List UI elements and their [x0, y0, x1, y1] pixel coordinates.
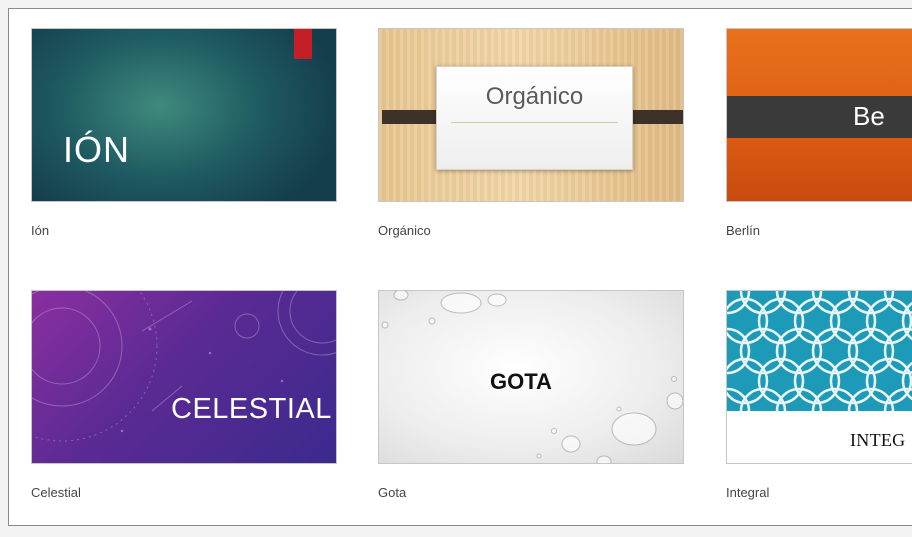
- theme-label: Gota: [378, 485, 407, 500]
- theme-thumbnail-ion[interactable]: IÓN: [31, 28, 337, 202]
- theme-thumbnail-organico[interactable]: Orgánico: [378, 28, 684, 202]
- red-flag-accent: [294, 29, 312, 59]
- theme-thumbnail-berlin[interactable]: Be: [726, 28, 912, 202]
- theme-thumbnail-gota[interactable]: GOTA: [378, 290, 684, 464]
- title-card: Orgánico: [436, 66, 633, 170]
- divider: [451, 122, 618, 123]
- theme-label: Integral: [726, 485, 770, 500]
- theme-thumbnail-celestial[interactable]: CELESTIAL: [31, 290, 337, 464]
- thumbnail-title: GOTA: [490, 369, 552, 394]
- thumbnail-title: Be: [853, 101, 885, 131]
- interlocking-circles-pattern: [727, 291, 912, 435]
- thumbnail-title: INTEG: [850, 430, 906, 450]
- theme-gallery: IÓN Ión Orgánico Orgánico Be Berlín CELE…: [8, 8, 912, 526]
- theme-label: Orgánico: [378, 223, 431, 238]
- thumbnail-title: CELESTIAL: [171, 393, 332, 425]
- theme-thumbnail-integral[interactable]: INTEG: [726, 290, 912, 464]
- dark-band-left: [382, 110, 440, 124]
- orbit-decoration: [32, 291, 336, 442]
- theme-label: Celestial: [31, 485, 81, 500]
- theme-label: Berlín: [726, 223, 760, 238]
- dark-band-right: [626, 110, 683, 124]
- thumbnail-title: Orgánico: [485, 83, 584, 110]
- thumbnail-title: IÓN: [63, 129, 131, 170]
- pattern-svg: [727, 291, 912, 435]
- theme-label: Ión: [31, 223, 50, 238]
